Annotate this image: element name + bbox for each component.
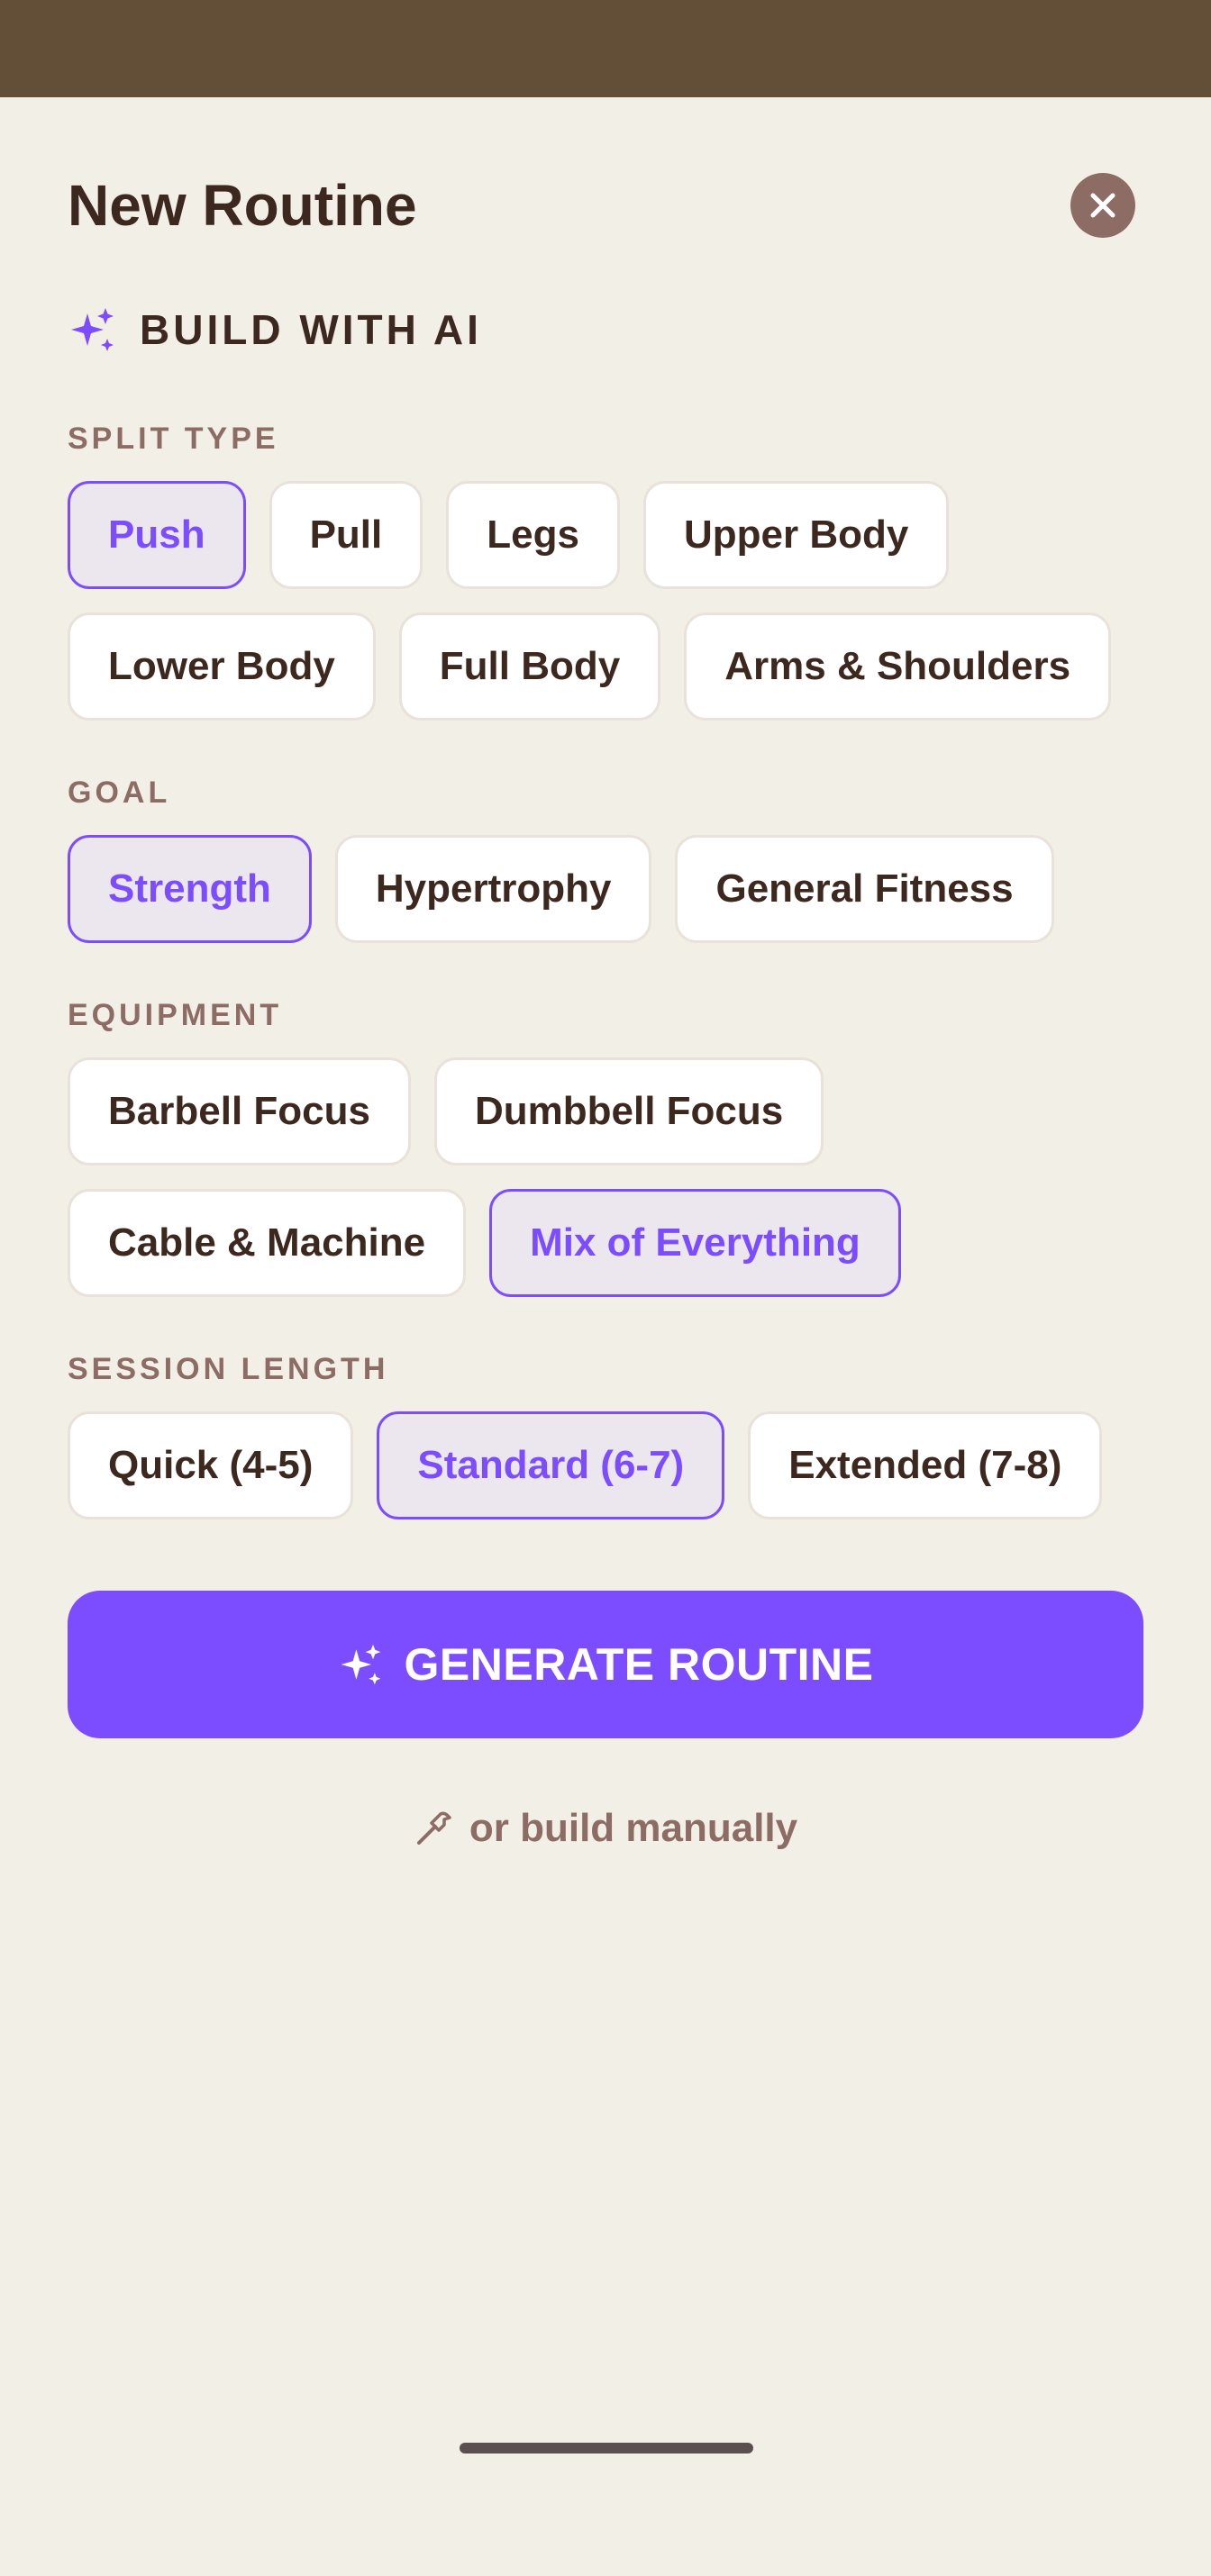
chip-goal-hypertrophy[interactable]: Hypertrophy bbox=[334, 835, 652, 943]
chip-session-standard[interactable]: Standard (6-7) bbox=[377, 1411, 725, 1519]
sparkles-icon bbox=[341, 1644, 380, 1685]
chip-equipment-barbell[interactable]: Barbell Focus bbox=[68, 1057, 411, 1166]
chip-split-upper-body[interactable]: Upper Body bbox=[642, 481, 950, 589]
chip-session-extended[interactable]: Extended (7-8) bbox=[748, 1411, 1103, 1519]
chip-equipment-mix[interactable]: Mix of Everything bbox=[489, 1189, 901, 1297]
split-type-row-2: Lower Body Full Body Arms & Shoulders bbox=[68, 612, 1112, 721]
chip-split-pull[interactable]: Pull bbox=[269, 481, 423, 589]
hammer-icon bbox=[416, 1811, 451, 1845]
chip-split-full-body[interactable]: Full Body bbox=[398, 612, 661, 721]
chip-split-lower-body[interactable]: Lower Body bbox=[68, 612, 376, 721]
home-indicator[interactable] bbox=[460, 2443, 753, 2454]
build-manually-link[interactable]: or build manually bbox=[0, 1792, 1211, 1864]
chip-session-quick[interactable]: Quick (4-5) bbox=[68, 1411, 354, 1519]
generate-routine-label: GENERATE ROUTINE bbox=[404, 1639, 874, 1690]
build-manually-label: or build manually bbox=[469, 1806, 798, 1850]
chip-split-legs[interactable]: Legs bbox=[446, 481, 620, 589]
close-button[interactable] bbox=[1070, 173, 1135, 238]
new-routine-sheet: New Routine BUILD WITH AI SPLIT TYPE Pus… bbox=[0, 97, 1211, 2576]
chip-equipment-cable-machine[interactable]: Cable & Machine bbox=[68, 1189, 467, 1297]
build-with-ai-header: BUILD WITH AI bbox=[68, 304, 482, 355]
build-with-ai-label: BUILD WITH AI bbox=[140, 306, 482, 353]
session-length-row: Quick (4-5) Standard (6-7) Extended (7-8… bbox=[68, 1411, 1103, 1519]
split-type-label: SPLIT TYPE bbox=[68, 422, 279, 456]
chip-equipment-dumbbell[interactable]: Dumbbell Focus bbox=[433, 1057, 824, 1166]
equipment-row-2: Cable & Machine Mix of Everything bbox=[68, 1189, 901, 1297]
goal-label: GOAL bbox=[68, 776, 171, 810]
equipment-label: EQUIPMENT bbox=[68, 998, 283, 1032]
generate-routine-button[interactable]: GENERATE ROUTINE bbox=[68, 1591, 1143, 1738]
split-type-row-1: Push Pull Legs Upper Body bbox=[68, 481, 950, 589]
backdrop bbox=[0, 0, 1211, 97]
page-title: New Routine bbox=[68, 173, 417, 238]
close-icon bbox=[1090, 193, 1115, 218]
chip-goal-strength[interactable]: Strength bbox=[68, 835, 312, 943]
chip-split-push[interactable]: Push bbox=[68, 481, 246, 589]
goal-row: Strength Hypertrophy General Fitness bbox=[68, 835, 1054, 943]
equipment-row-1: Barbell Focus Dumbbell Focus bbox=[68, 1057, 824, 1166]
session-length-label: SESSION LENGTH bbox=[68, 1352, 389, 1386]
chip-split-arms-shoulders[interactable]: Arms & Shoulders bbox=[684, 612, 1112, 721]
chip-goal-general-fitness[interactable]: General Fitness bbox=[675, 835, 1054, 943]
sparkles-icon bbox=[71, 308, 114, 351]
